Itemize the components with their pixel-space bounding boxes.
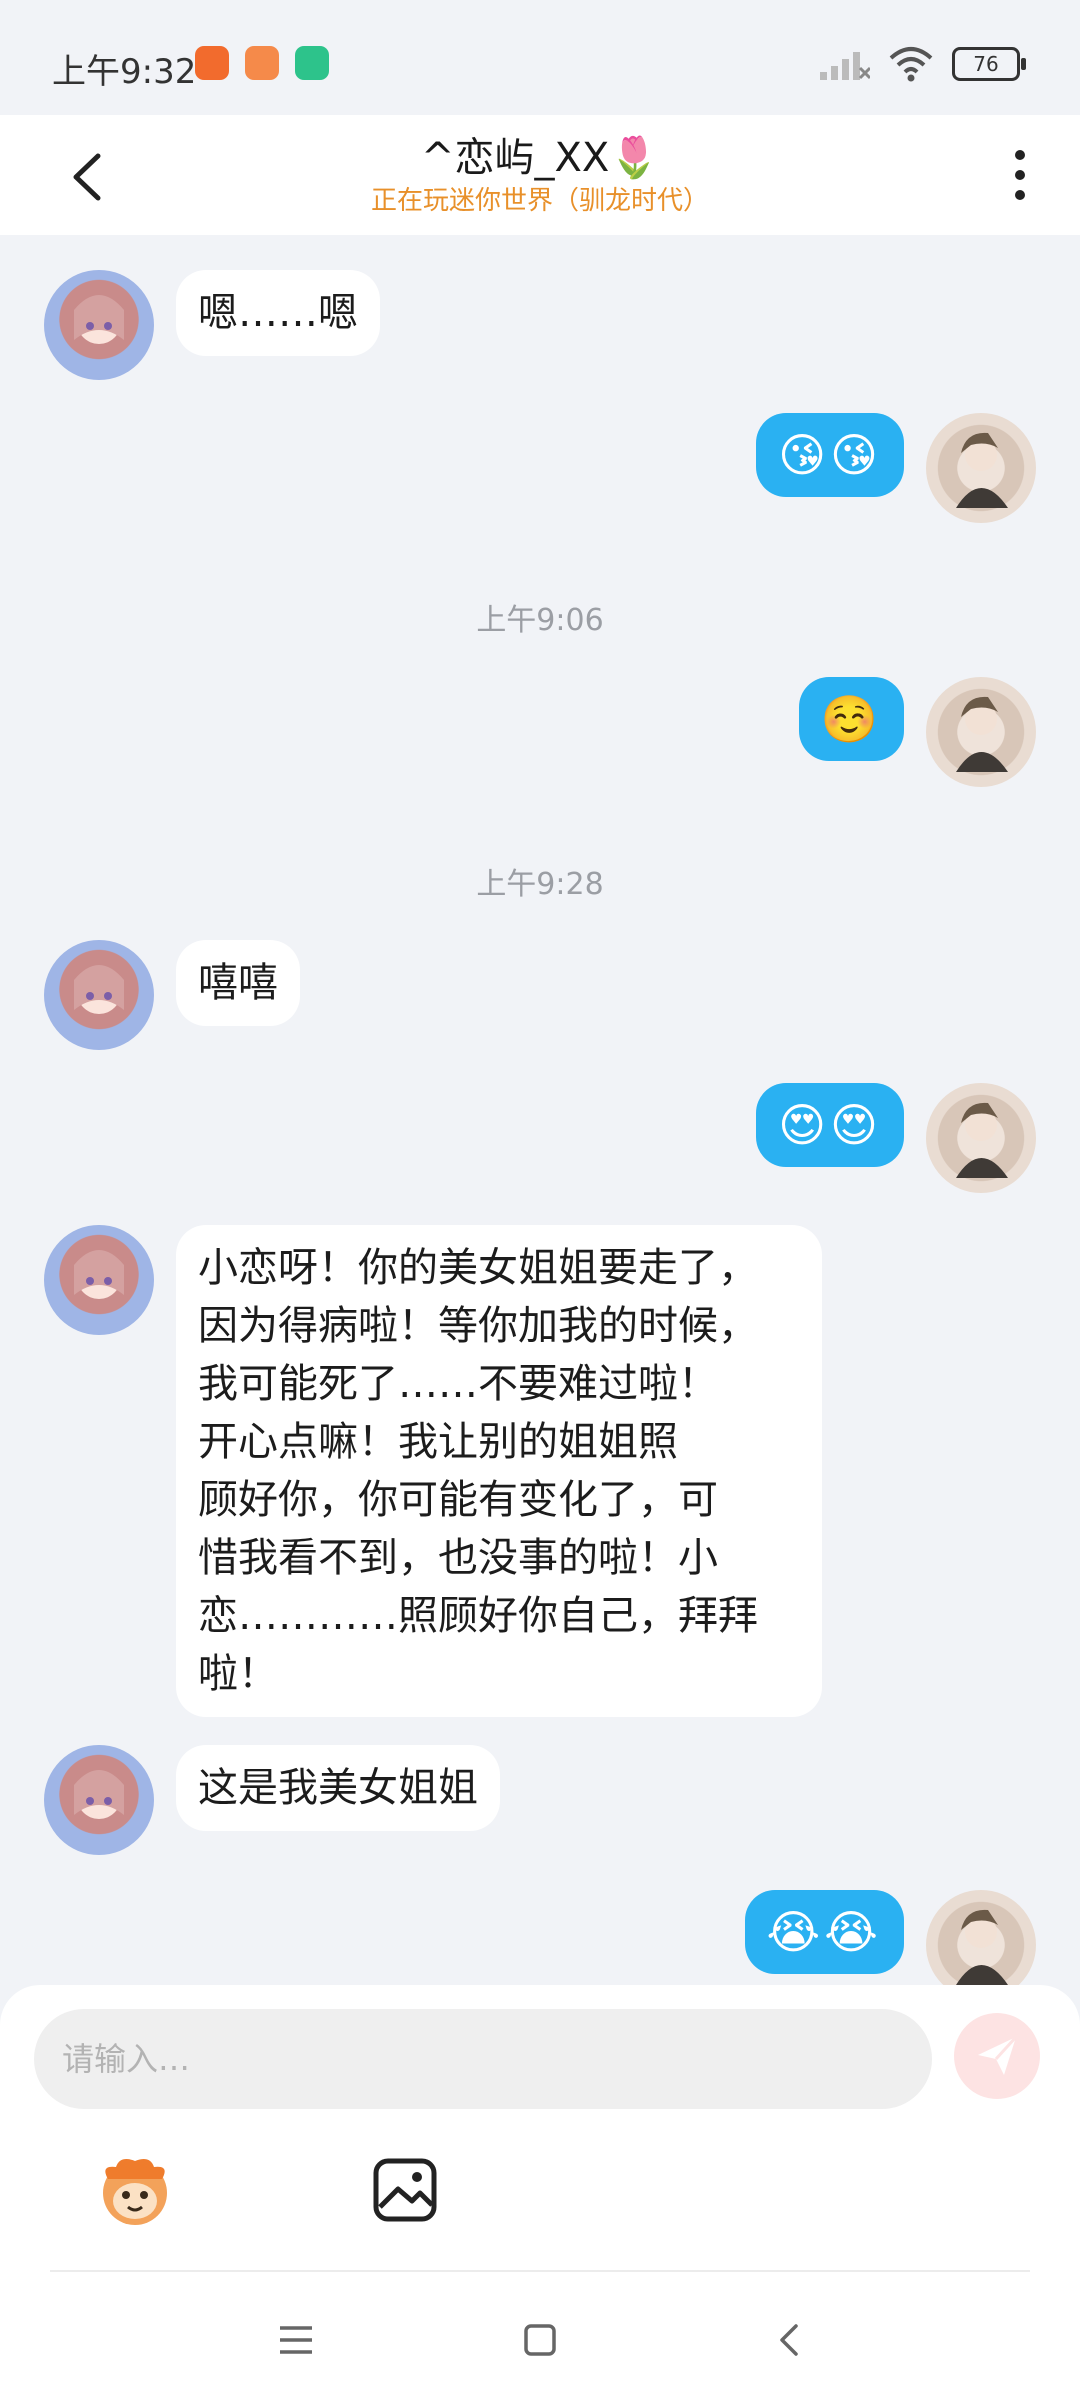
message-line: 惜我看不到，也没事的啦！小 bbox=[198, 1535, 718, 1581]
battery-icon: 76 bbox=[952, 47, 1026, 81]
message-line: 顾好你，你可能有变化了，可 bbox=[198, 1477, 718, 1523]
signal-icon bbox=[820, 52, 870, 80]
security-shield-icon bbox=[295, 46, 329, 80]
message-bubble[interactable]: 😍😍 bbox=[756, 1083, 904, 1167]
app-notification-icon bbox=[195, 46, 229, 80]
image-icon bbox=[373, 2158, 437, 2222]
contact-avatar[interactable] bbox=[44, 270, 154, 380]
user-avatar[interactable] bbox=[926, 1083, 1036, 1193]
contact-avatar[interactable] bbox=[44, 1745, 154, 1855]
more-vertical-icon bbox=[1015, 150, 1025, 200]
chat-header: ^恋屿_XX🌷 正在玩迷你世界（驯龙时代） bbox=[0, 115, 1080, 235]
message-bubble[interactable]: 这是我美女姐姐 bbox=[176, 1745, 500, 1831]
contact-status: 正在玩迷你世界（驯龙时代） bbox=[370, 186, 709, 216]
app-notification-icon bbox=[245, 46, 279, 80]
menu-icon bbox=[280, 2326, 312, 2354]
message-bubble[interactable]: ☺️ bbox=[798, 677, 904, 761]
message-bubble[interactable]: 嘻嘻 bbox=[176, 940, 300, 1026]
more-options-button[interactable] bbox=[1000, 145, 1040, 205]
send-button[interactable] bbox=[954, 2013, 1040, 2099]
status-bar: 上午9:32 76 bbox=[0, 0, 1080, 115]
message-line: 因为得病啦！等你加我的时候， bbox=[198, 1303, 758, 1349]
message-timestamp: 上午9:06 bbox=[476, 603, 604, 638]
message-bubble[interactable]: 嗯……嗯 bbox=[176, 270, 380, 356]
system-back-button[interactable] bbox=[760, 2310, 820, 2370]
message-bubble[interactable]: 小恋呀！你的美女姐姐要走了， 因为得病啦！等你加我的时候， 我可能死了……不要难… bbox=[176, 1225, 822, 1717]
recent-apps-button[interactable] bbox=[266, 2310, 326, 2370]
message-bubble[interactable]: 😘😘 bbox=[756, 413, 904, 497]
system-nav-bar bbox=[0, 2270, 1080, 2400]
contact-avatar[interactable] bbox=[44, 940, 154, 1050]
message-line: 开心点嘛！我让别的姐姐照 bbox=[198, 1419, 678, 1465]
contact-avatar[interactable] bbox=[44, 1225, 154, 1335]
home-square-icon bbox=[524, 2324, 556, 2356]
message-timestamp: 上午9:28 bbox=[476, 867, 604, 902]
message-list[interactable]: 嗯……嗯 😘😘 上午9:06 ☺️ 上午9:28 嘻嘻 😍😍 小恋呀！你的美女姐… bbox=[0, 235, 1080, 2000]
message-line: 小恋呀！你的美女姐姐要走了， bbox=[198, 1245, 758, 1291]
contact-name: ^恋屿_XX🌷 bbox=[420, 135, 660, 181]
message-input[interactable] bbox=[34, 2009, 932, 2109]
message-line: 恋…………照顾好你自己，拜拜 bbox=[198, 1593, 758, 1639]
emoji-sticker-button[interactable] bbox=[90, 2145, 180, 2235]
status-time: 上午9:32 bbox=[52, 52, 197, 92]
mascot-face-icon bbox=[103, 2159, 167, 2225]
user-avatar[interactable] bbox=[926, 413, 1036, 523]
wifi-icon bbox=[889, 47, 933, 82]
message-line: 啦！ bbox=[198, 1651, 278, 1697]
message-bubble[interactable]: 😭😭 bbox=[744, 1890, 904, 1974]
chevron-left-icon bbox=[780, 2324, 798, 2356]
send-icon bbox=[978, 2035, 1018, 2075]
divider bbox=[50, 2270, 1030, 2272]
user-avatar[interactable] bbox=[926, 1890, 1036, 2000]
message-line: 我可能死了……不要难过啦！ bbox=[198, 1361, 718, 1407]
message-composer bbox=[0, 1985, 1080, 2270]
user-avatar[interactable] bbox=[926, 677, 1036, 787]
home-button[interactable] bbox=[510, 2310, 570, 2370]
image-button[interactable] bbox=[360, 2145, 450, 2235]
